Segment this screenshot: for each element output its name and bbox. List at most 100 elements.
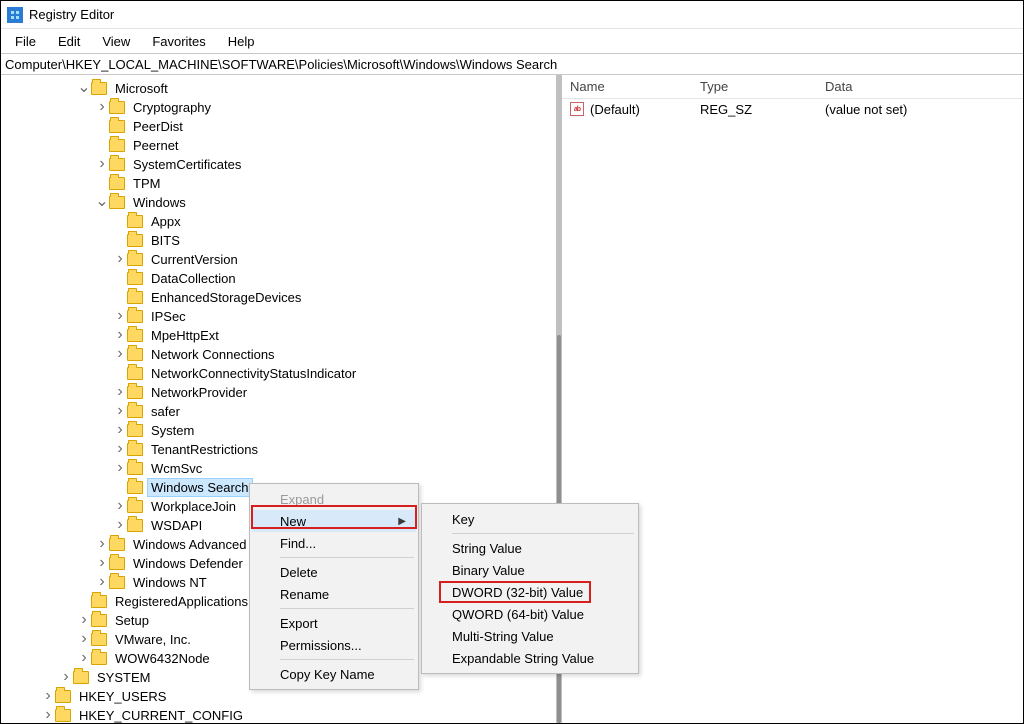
- tree-item[interactable]: ›CurrentVersion: [1, 250, 556, 269]
- tree-item[interactable]: BITS: [1, 231, 556, 250]
- chevron-right-icon[interactable]: ›: [77, 649, 91, 667]
- tree-item-label: SYSTEM: [94, 669, 153, 686]
- tree-item[interactable]: ›MpeHttpExt: [1, 326, 556, 345]
- tree-item-label: VMware, Inc.: [112, 631, 194, 648]
- ctx-permissions[interactable]: Permissions...: [252, 634, 416, 656]
- chevron-right-icon[interactable]: ›: [113, 345, 127, 363]
- tree-item-label: WSDAPI: [148, 517, 205, 534]
- sub-key[interactable]: Key: [424, 508, 636, 530]
- tree-item[interactable]: Peernet: [1, 136, 556, 155]
- folder-icon: [127, 462, 143, 475]
- tree-item[interactable]: DataCollection: [1, 269, 556, 288]
- tree-item-label: Windows NT: [130, 574, 210, 591]
- value-row[interactable]: ab (Default) REG_SZ (value not set): [562, 99, 1023, 119]
- tree-item-label: System: [148, 422, 197, 439]
- tree-item[interactable]: Appx: [1, 212, 556, 231]
- ctx-copy-key-name[interactable]: Copy Key Name: [252, 663, 416, 685]
- sub-expand[interactable]: Expandable String Value: [424, 647, 636, 669]
- chevron-right-icon[interactable]: ›: [95, 155, 109, 173]
- chevron-right-icon[interactable]: ›: [113, 421, 127, 439]
- ctx-sep: [280, 557, 414, 558]
- folder-icon: [109, 101, 125, 114]
- menu-file[interactable]: File: [5, 32, 46, 51]
- folder-icon: [109, 538, 125, 551]
- tree-item[interactable]: ›Cryptography: [1, 98, 556, 117]
- chevron-right-icon[interactable]: ›: [59, 668, 73, 686]
- ctx-find[interactable]: Find...: [252, 532, 416, 554]
- chevron-right-icon[interactable]: ›: [77, 630, 91, 648]
- ctx-delete[interactable]: Delete: [252, 561, 416, 583]
- folder-icon: [91, 82, 107, 95]
- chevron-right-icon[interactable]: ›: [95, 98, 109, 116]
- sub-dword[interactable]: DWORD (32-bit) Value: [424, 581, 636, 603]
- chevron-right-icon[interactable]: ›: [113, 497, 127, 515]
- tree-item[interactable]: ›SystemCertificates: [1, 155, 556, 174]
- tree-item[interactable]: TPM: [1, 174, 556, 193]
- folder-icon: [127, 500, 143, 513]
- tree-item-label: HKEY_CURRENT_CONFIG: [76, 707, 246, 723]
- submenu-arrow-icon: ▶: [398, 516, 406, 527]
- chevron-right-icon[interactable]: ›: [113, 250, 127, 268]
- chevron-right-icon[interactable]: ›: [113, 402, 127, 420]
- chevron-right-icon[interactable]: ›: [113, 440, 127, 458]
- tree-item-label: Setup: [112, 612, 152, 629]
- ctx-rename[interactable]: Rename: [252, 583, 416, 605]
- sub-qword[interactable]: QWORD (64-bit) Value: [424, 603, 636, 625]
- folder-icon: [55, 709, 71, 722]
- address-bar[interactable]: Computer\HKEY_LOCAL_MACHINE\SOFTWARE\Pol…: [1, 53, 1023, 75]
- sub-string[interactable]: String Value: [424, 537, 636, 559]
- menu-help[interactable]: Help: [218, 32, 265, 51]
- chevron-right-icon[interactable]: ›: [41, 687, 55, 705]
- chevron-right-icon[interactable]: ›: [77, 611, 91, 629]
- tree-item[interactable]: ›IPSec: [1, 307, 556, 326]
- col-name[interactable]: Name: [562, 79, 692, 94]
- tree-item-label: Windows: [130, 194, 189, 211]
- sub-binary[interactable]: Binary Value: [424, 559, 636, 581]
- sub-multi[interactable]: Multi-String Value: [424, 625, 636, 647]
- tree-item[interactable]: ⌄Microsoft: [1, 79, 556, 98]
- chevron-right-icon[interactable]: ›: [113, 383, 127, 401]
- tree-item[interactable]: ›WcmSvc: [1, 459, 556, 478]
- tree-item[interactable]: ›Network Connections: [1, 345, 556, 364]
- tree-item[interactable]: NetworkConnectivityStatusIndicator: [1, 364, 556, 383]
- tree-item-label: RegisteredApplications: [112, 593, 251, 610]
- folder-icon: [109, 557, 125, 570]
- ctx-export[interactable]: Export: [252, 612, 416, 634]
- chevron-right-icon[interactable]: ›: [95, 573, 109, 591]
- tree-item-label: Windows Search: [148, 479, 252, 496]
- tree-item[interactable]: › HKEY_CURRENT_CONFIG: [1, 706, 556, 723]
- tree-item[interactable]: ›TenantRestrictions: [1, 440, 556, 459]
- chevron-right-icon[interactable]: ›: [113, 326, 127, 344]
- chevron-right-icon[interactable]: ›: [113, 459, 127, 477]
- tree-item[interactable]: ›safer: [1, 402, 556, 421]
- context-menu[interactable]: Expand New ▶ Find... Delete Rename Expor…: [249, 483, 419, 690]
- menu-favorites[interactable]: Favorites: [142, 32, 215, 51]
- tree-item[interactable]: EnhancedStorageDevices: [1, 288, 556, 307]
- chevron-down-icon[interactable]: ⌄: [77, 77, 91, 97]
- menu-view[interactable]: View: [92, 32, 140, 51]
- chevron-right-icon[interactable]: ›: [95, 554, 109, 572]
- folder-icon: [91, 595, 107, 608]
- col-type[interactable]: Type: [692, 79, 817, 94]
- menu-edit[interactable]: Edit: [48, 32, 90, 51]
- chevron-right-icon[interactable]: ›: [113, 307, 127, 325]
- chevron-right-icon[interactable]: ›: [113, 516, 127, 534]
- chevron-right-icon[interactable]: ›: [95, 535, 109, 553]
- folder-icon: [91, 614, 107, 627]
- tree-item[interactable]: PeerDist: [1, 117, 556, 136]
- window-title: Registry Editor: [29, 7, 114, 22]
- col-data[interactable]: Data: [817, 79, 1023, 94]
- folder-icon: [91, 633, 107, 646]
- context-submenu-new[interactable]: Key String Value Binary Value DWORD (32-…: [421, 503, 639, 674]
- tree-item[interactable]: › System: [1, 421, 556, 440]
- chevron-down-icon[interactable]: ⌄: [95, 191, 109, 211]
- tree-item-label: NetworkProvider: [148, 384, 250, 401]
- chevron-right-icon[interactable]: ›: [41, 706, 55, 724]
- value-name: (Default): [590, 102, 640, 117]
- folder-icon: [109, 158, 125, 171]
- ctx-new[interactable]: New ▶: [252, 510, 416, 532]
- tree-item-label: BITS: [148, 232, 183, 249]
- tree-item[interactable]: ⌄ Windows: [1, 193, 556, 212]
- tree-item[interactable]: › NetworkProvider: [1, 383, 556, 402]
- folder-icon: [127, 310, 143, 323]
